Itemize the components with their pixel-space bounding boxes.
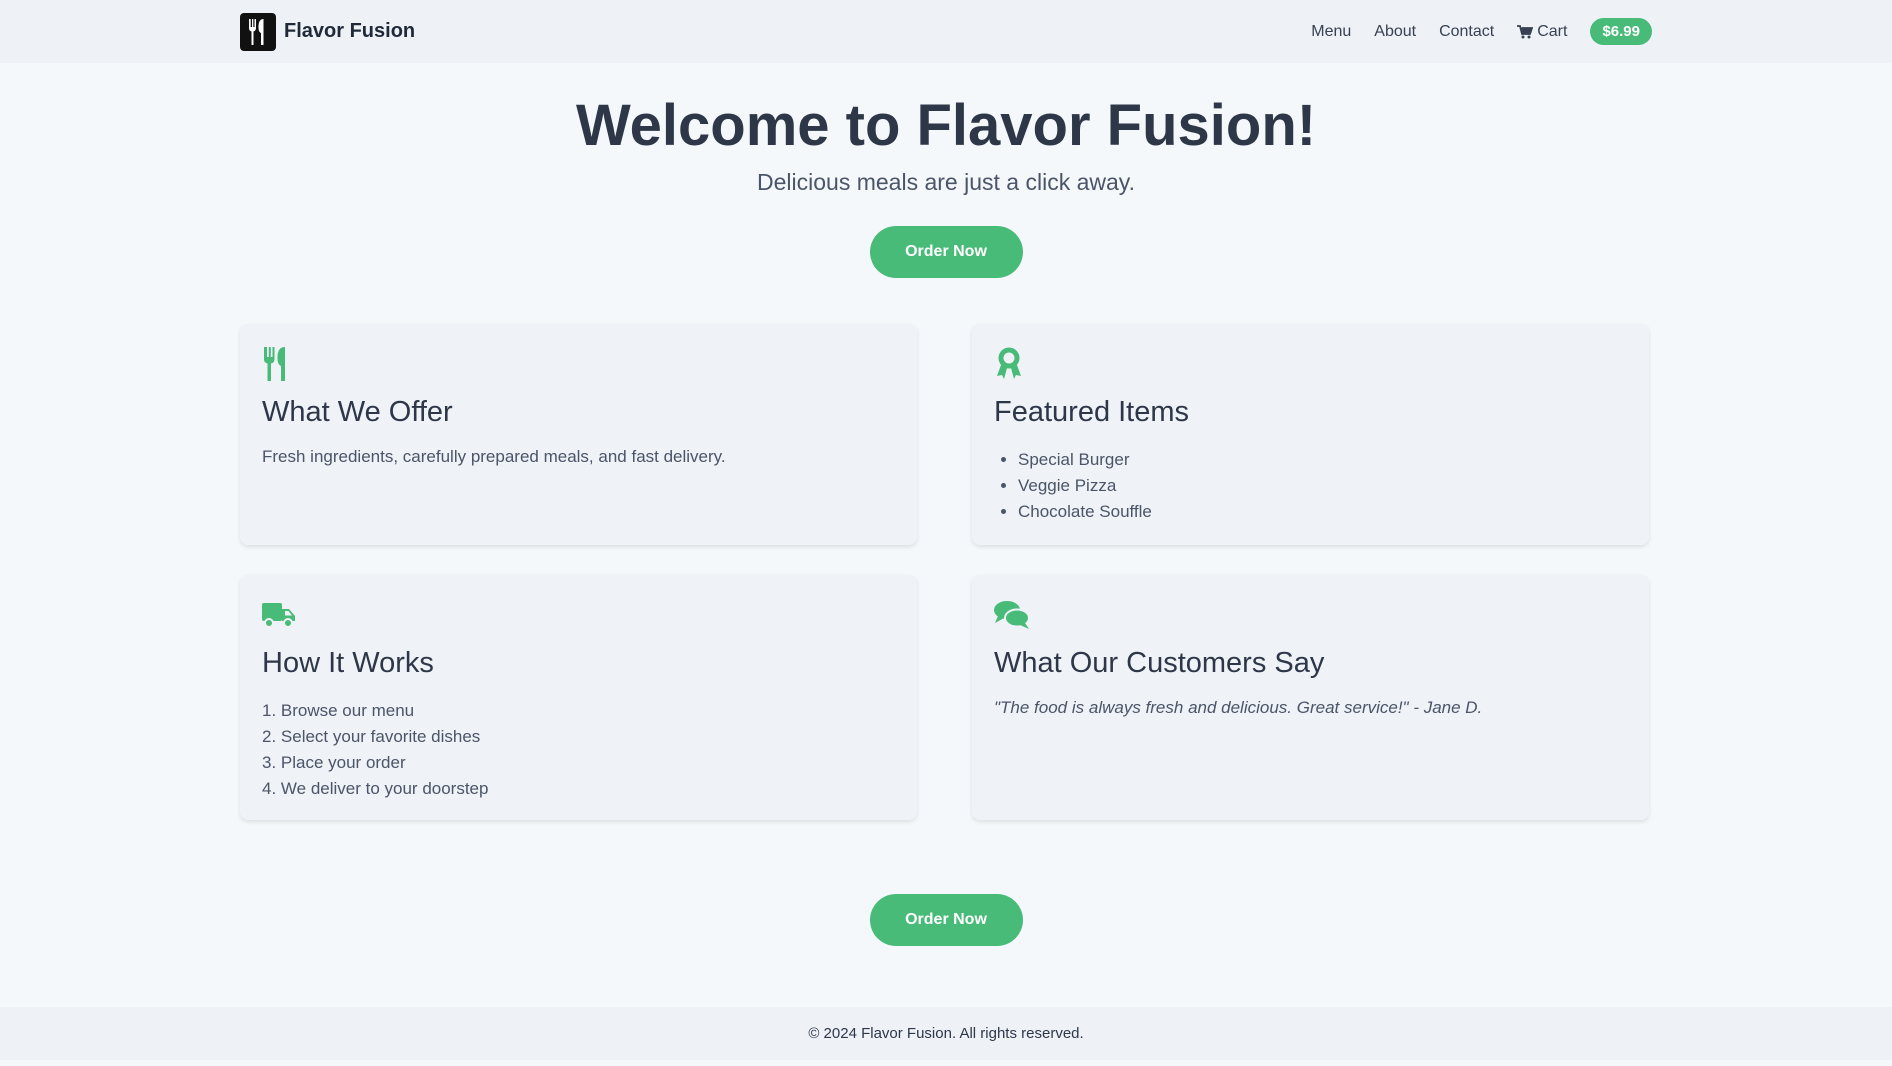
cart-label: Cart	[1537, 22, 1568, 40]
customer-quote: "The food is always fresh and delicious.…	[994, 698, 1483, 717]
card-title: What We Offer	[262, 396, 453, 428]
list-item: 1. Browse our menu	[262, 701, 415, 720]
card-title: How It Works	[262, 647, 434, 679]
list-item: Veggie Pizza	[1018, 473, 1627, 499]
nav-contact-link[interactable]: Contact	[1439, 23, 1494, 41]
card-text: Fresh ingredients, carefully prepared me…	[262, 447, 726, 466]
list-item: Chocolate Souffle	[1018, 499, 1627, 525]
nav-about-link[interactable]: About	[1374, 23, 1416, 41]
hero-section: Welcome to Flavor Fusion! Delicious meal…	[0, 63, 1892, 278]
card-title: Featured Items	[994, 396, 1190, 428]
truck-icon	[262, 597, 895, 633]
card-what-we-offer: What We Offer Fresh ingredients, careful…	[240, 324, 917, 545]
utensils-icon	[262, 346, 895, 382]
list-item: 3. Place your order	[262, 753, 406, 772]
list-item: 4. We deliver to your doorstep	[262, 779, 489, 798]
comments-icon	[994, 597, 1627, 633]
card-how-it-works: How It Works 1. Browse our menu 2. Selec…	[240, 575, 917, 820]
copyright-text: © 2024 Flavor Fusion. All rights reserve…	[808, 1025, 1084, 1042]
top-header: Flavor Fusion Menu About Contact Cart $6…	[0, 0, 1892, 63]
featured-items-list: Special Burger Veggie Pizza Chocolate So…	[994, 447, 1627, 525]
order-now-button[interactable]: Order Now	[869, 226, 1023, 278]
steps-list: 1. Browse our menu 2. Select your favori…	[262, 698, 895, 802]
hero-subtitle: Delicious meals are just a click away.	[757, 169, 1135, 195]
cart-link[interactable]: Cart	[1517, 23, 1567, 41]
brand-name: Flavor Fusion	[284, 20, 416, 42]
card-title: What Our Customers Say	[994, 647, 1325, 679]
award-icon	[994, 346, 1627, 382]
main-nav: Menu About Contact Cart $6.99	[1311, 18, 1652, 45]
bottom-cta-section: Order Now	[0, 894, 1892, 946]
nav-menu-link[interactable]: Menu	[1311, 23, 1351, 41]
cart-total-badge[interactable]: $6.99	[1590, 18, 1652, 45]
info-cards: What We Offer Fresh ingredients, careful…	[0, 324, 1892, 820]
page-footer: © 2024 Flavor Fusion. All rights reserve…	[0, 1007, 1892, 1060]
card-featured-items: Featured Items Special Burger Veggie Piz…	[972, 324, 1649, 545]
brand[interactable]: Flavor Fusion	[240, 12, 416, 51]
card-customer-reviews: What Our Customers Say "The food is alwa…	[972, 575, 1649, 820]
utensils-logo-icon	[240, 12, 276, 51]
list-item: Special Burger	[1018, 447, 1627, 473]
list-item: 2. Select your favorite dishes	[262, 727, 481, 746]
shopping-cart-icon	[1517, 24, 1534, 38]
hero-title: Welcome to Flavor Fusion!	[575, 93, 1317, 158]
order-now-button-bottom[interactable]: Order Now	[869, 894, 1023, 946]
